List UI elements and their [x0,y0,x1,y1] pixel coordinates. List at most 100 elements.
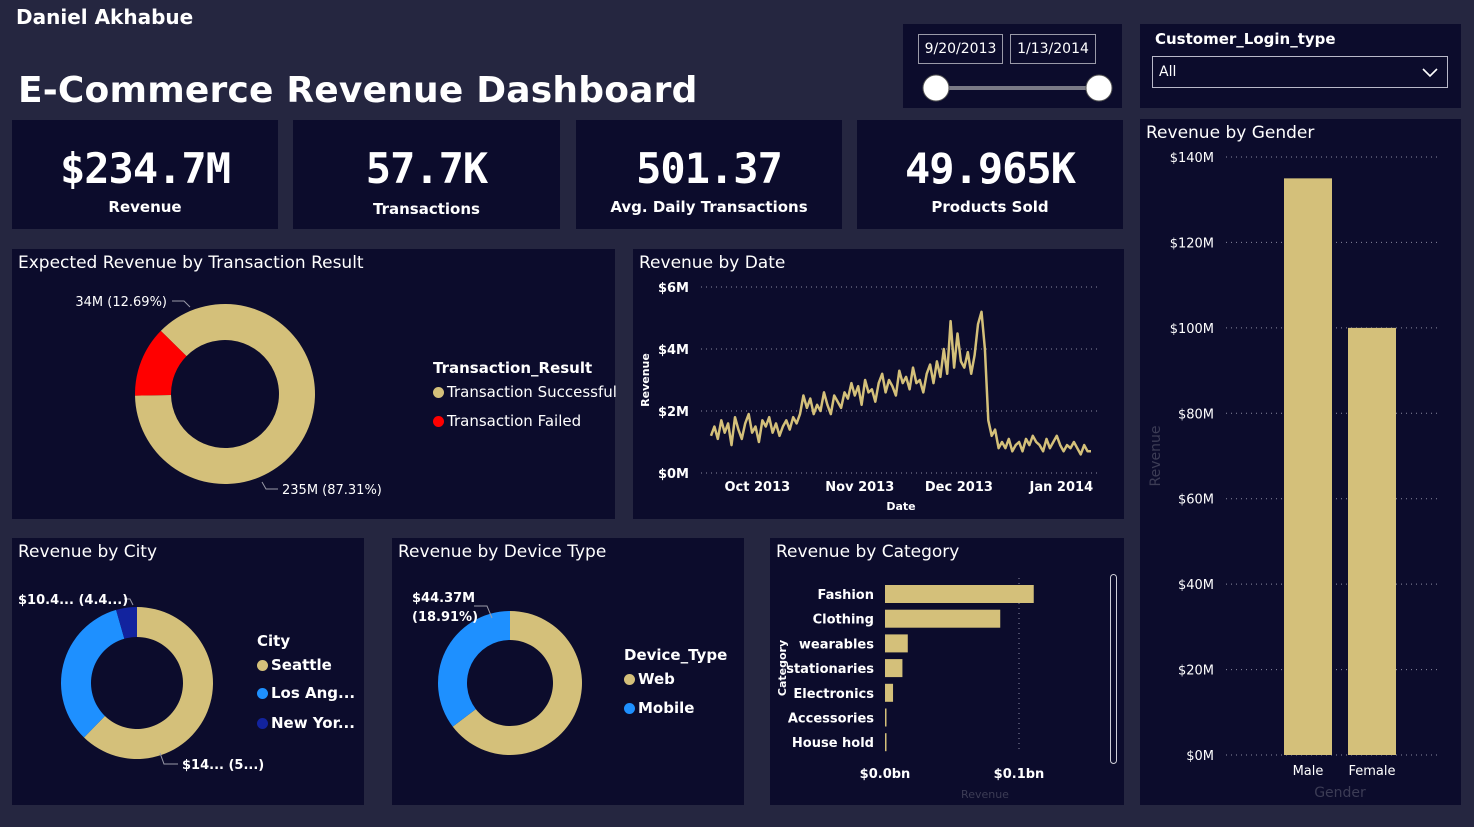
revenue-by-category-bar-chart[interactable]: $0.0bn $0.1bnRevenueCategoryFashionClothi… [770,538,1124,805]
donut-slice-1[interactable] [60,609,125,738]
legend-dot [257,687,268,699]
start-date-handle[interactable] [922,74,950,102]
y-tick-label: House hold [792,736,874,751]
x-axis-title: Date [886,500,915,513]
legend-label: Transaction Successful [447,383,617,401]
y-tick-label: $6M [658,281,689,296]
legend-item-new-york[interactable]: New Yor... [257,714,355,732]
transaction-result-panel: Expected Revenue by Transaction Result 3… [12,249,617,519]
author-name: Daniel Akhabue [16,5,194,29]
x-tick-label: Nov 2013 [825,480,894,495]
data-label: $14... (5...) [182,758,264,773]
legend-item-los-angeles[interactable]: Los Ang... [257,684,355,702]
bar-house-hold[interactable] [885,733,887,752]
x-tick-label: $0.0bn [860,767,911,782]
legend-title: Transaction_Result [433,359,593,377]
legend-dot [433,415,444,427]
legend-item-successful[interactable]: Transaction Successful [433,383,617,401]
y-tick-label: $40M [1178,578,1214,593]
y-tick-label: $4M [658,343,689,358]
legend-label: Mobile [638,699,695,717]
data-label: 235M (87.31%) [282,483,382,498]
x-tick-label: Female [1348,764,1395,779]
kpi-card-avg-daily-transactions: 501.37 Avg. Daily Transactions [576,120,842,229]
legend-dot [257,717,268,729]
login-type-dropdown[interactable]: All [1152,56,1448,88]
revenue-by-device-donut[interactable]: $44.37M (18.91%) [392,538,744,805]
revenue-by-gender-panel: Revenue by Gender $140M $120M $100M $80M $60… [1140,119,1461,805]
bar-electronics[interactable] [885,683,894,702]
data-label: $10.4... (4.4...) [18,593,128,608]
legend-label: Los Ang... [271,684,356,702]
legend-dot [257,659,268,671]
y-tick-label: $120M [1170,236,1214,251]
bar-clothing[interactable] [885,609,1001,628]
x-axis-title: Revenue [961,788,1009,801]
x-tick-label: $0.1bn [994,767,1045,782]
legend-dot [624,702,635,714]
y-tick-label: $60M [1178,493,1214,508]
legend-label: New Yor... [271,714,355,732]
start-date-input[interactable]: 9/20/2013 [918,34,1003,64]
x-axis-title: Gender [1314,785,1366,801]
bar-stationaries[interactable] [885,659,903,678]
x-tick-label: Jan 2014 [1029,480,1094,495]
kpi-value: 501.37 [636,144,783,193]
kpi-label: Avg. Daily Transactions [610,198,808,216]
kpi-label: Revenue [108,198,182,216]
y-tick-label: stationaries [786,662,874,677]
dashboard-title: E-Commerce Revenue Dashboard [18,70,698,111]
legend-item-mobile[interactable]: Mobile [624,699,694,717]
leader-line [172,300,191,308]
revenue-by-gender-bar-chart[interactable]: $140M $120M $100M $80M $60M $40M $20M $0M Male Fe… [1140,119,1461,805]
bar-male[interactable] [1284,178,1332,755]
y-tick-label: $2M [658,405,689,420]
end-date-handle[interactable] [1085,74,1113,102]
legend-item-seattle[interactable]: Seattle [257,656,332,674]
revenue-line-series [709,310,1091,456]
data-label: (18.91%) [412,610,478,625]
revenue-by-device-panel: Revenue by Device Type $44.37M (18.91%) D… [392,538,744,805]
y-axis-title: Revenue [639,353,652,407]
y-tick-label: Fashion [817,588,874,603]
category-scrollbar[interactable] [1110,574,1117,764]
kpi-label: Products Sold [931,198,1049,216]
legend-dot [624,673,635,685]
kpi-value: 49.965K [904,144,1076,193]
kpi-value: 57.7K [365,144,488,193]
donut-slice-1[interactable] [438,611,510,727]
y-tick-label: Accessories [788,712,874,727]
x-tick-label: Oct 2013 [725,480,791,495]
y-tick-label: $140M [1170,151,1214,166]
legend-label: Seattle [271,656,332,674]
legend-label: Transaction Failed [447,412,582,430]
bar-accessories[interactable] [885,708,887,727]
revenue-by-date-line-chart[interactable]: $6M $4M $2M $0M Oct 2013 Nov 2013 Dec 2013 Jan … [633,249,1124,519]
y-tick-label: $0M [1186,749,1214,764]
revenue-by-category-panel: Revenue by Category $0.0bn $0.1bn Revenue C… [770,538,1124,805]
bar-female[interactable] [1348,327,1396,755]
legend-item-failed[interactable]: Transaction Failed [433,412,581,430]
kpi-label: Transactions [373,200,480,218]
legend-item-web[interactable]: Web [624,670,675,688]
data-label: 34M (12.69%) [75,295,167,310]
end-date-input[interactable]: 1/13/2014 [1010,34,1096,64]
revenue-by-date-panel: Revenue by Date $6M $4M $2M $0M Oct 2013 Nov … [633,249,1124,519]
kpi-card-products-sold: 49.965K Products Sold [857,120,1123,229]
legend-dot [433,386,444,398]
y-tick-label: Electronics [793,687,874,702]
y-tick-label: wearables [799,637,874,652]
kpi-card-transactions: 57.7K Transactions [293,120,560,229]
y-tick-label: $20M [1178,664,1214,679]
y-tick-label: $0M [658,467,689,482]
y-tick-label: Clothing [813,613,874,628]
kpi-value: $234.7M [59,144,231,193]
legend-label: Web [638,670,675,688]
bar-wearables[interactable] [885,634,908,653]
dropdown-value: All [1159,64,1177,80]
data-label: $44.37M [412,591,475,606]
leader-line [261,481,278,490]
leader-line [159,752,178,765]
bar-fashion[interactable] [885,585,1034,603]
y-axis-title: Revenue [1148,426,1164,487]
